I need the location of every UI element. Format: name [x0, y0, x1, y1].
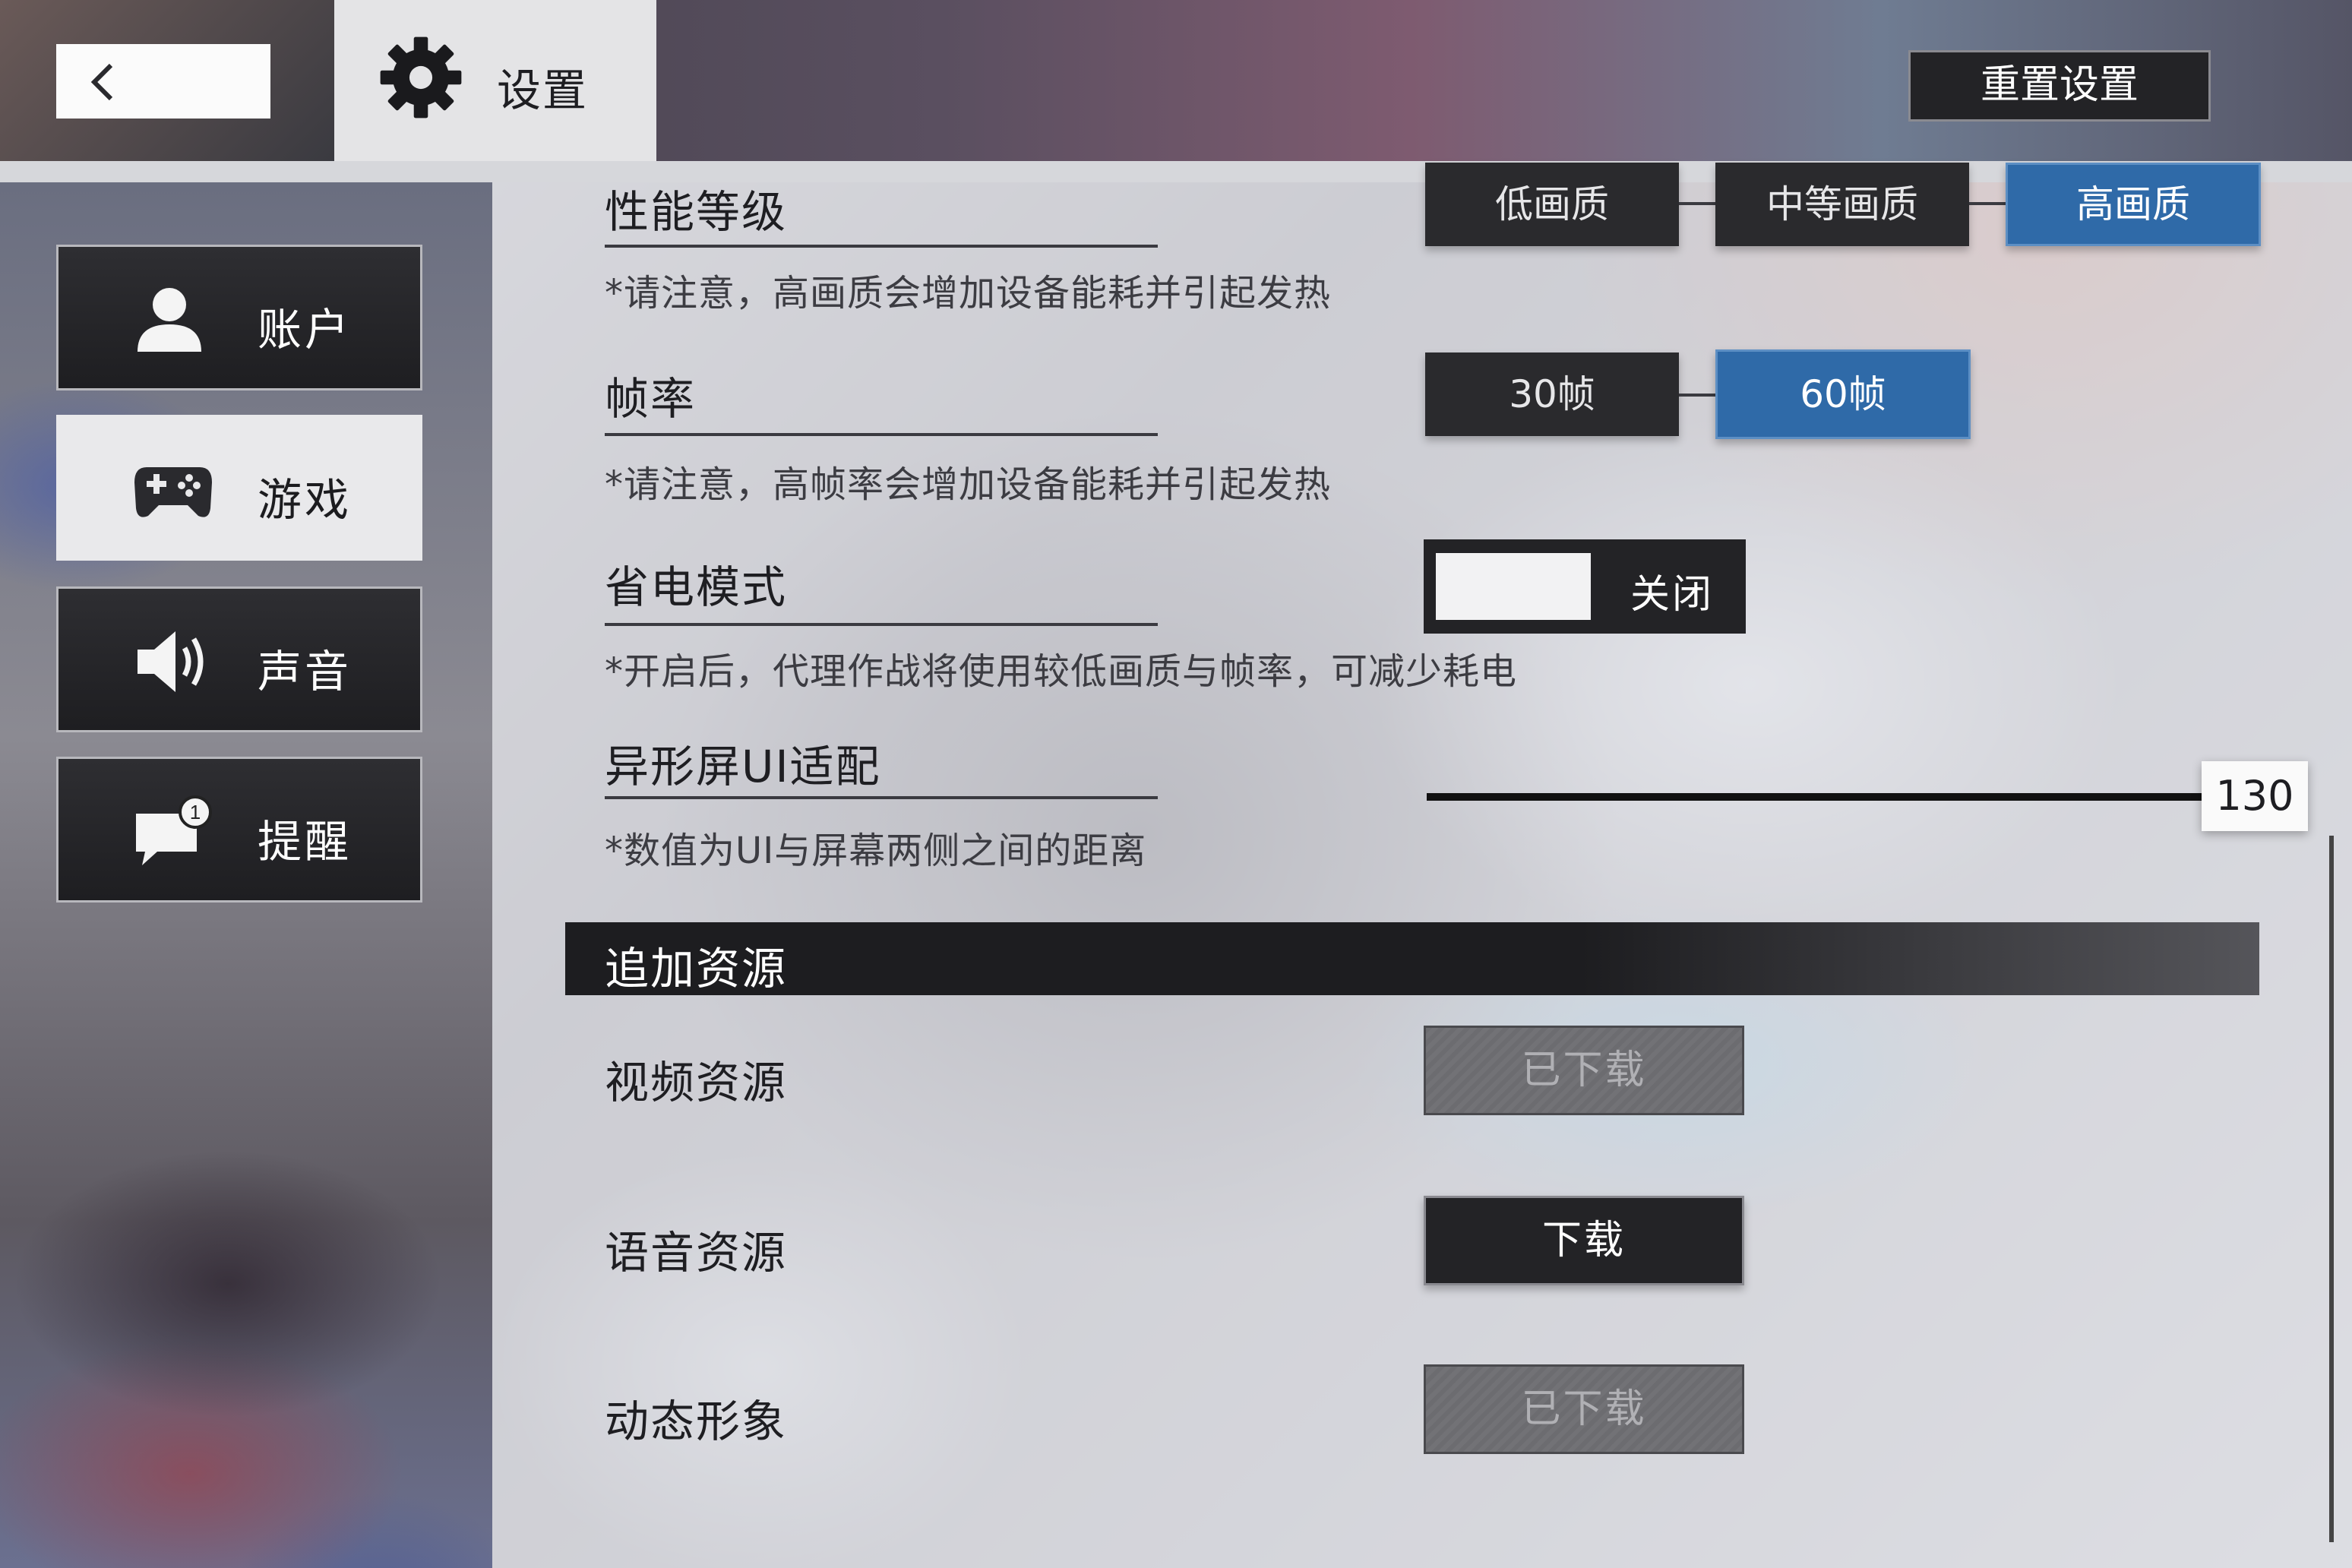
reset-settings-button[interactable]: 重置设置: [1908, 50, 2211, 122]
performance-title: 性能等级: [605, 186, 788, 238]
quality-medium-button[interactable]: 中等画质: [1715, 163, 1969, 246]
power-saving-toggle[interactable]: 关闭: [1424, 539, 1746, 634]
quality-low-button[interactable]: 低画质: [1425, 163, 1679, 246]
sidebar-item-label: 声音: [258, 646, 352, 697]
framerate-title: 帧率: [605, 373, 697, 425]
user-icon: [138, 288, 201, 352]
content-panel: [492, 182, 2352, 1568]
sidebar-item-label: 游戏: [258, 474, 352, 526]
section-title: 追加资源: [605, 943, 788, 994]
back-button[interactable]: [56, 44, 270, 119]
power-saving-note: *开启后，代理作战将使用较低画质与帧率，可减少耗电: [605, 650, 1518, 693]
framerate-note: *请注意，高帧率会增加设备能耗并引起发热: [605, 463, 1332, 506]
svg-text:1: 1: [190, 801, 201, 824]
power-saving-title: 省电模式: [605, 561, 788, 613]
framerate-30-button[interactable]: 30帧: [1425, 352, 1679, 436]
live2d-resource-button: 已下载: [1424, 1364, 1744, 1454]
scrollbar[interactable]: [2329, 836, 2334, 1542]
notch-ui-slider[interactable]: [1427, 793, 2202, 801]
toggle-state-label: 关闭: [1630, 572, 1715, 618]
framerate-60-button[interactable]: 60帧: [1715, 349, 1971, 439]
performance-divider: [605, 245, 1158, 248]
option-connector: [1679, 202, 1715, 205]
notch-ui-note: *数值为UI与屏幕两侧之间的距离: [605, 830, 1147, 872]
sidebar-item-label: 提醒: [258, 816, 352, 868]
gear-icon: [380, 36, 462, 119]
back-area: [0, 0, 334, 161]
sidebar-item-notifications[interactable]: 1 提醒: [56, 757, 422, 903]
message-notification-icon: 1: [136, 795, 212, 865]
resource-label-video: 视频资源: [605, 1057, 788, 1108]
sidebar-item-game[interactable]: 游戏: [56, 415, 422, 561]
power-saving-divider: [605, 623, 1158, 626]
resource-label-live2d: 动态形象: [605, 1396, 788, 1447]
performance-note: *请注意，高画质会增加设备能耗并引起发热: [605, 272, 1332, 315]
toggle-knob: [1436, 553, 1591, 620]
voice-download-button[interactable]: 下载: [1424, 1196, 1744, 1285]
speaker-icon: [138, 631, 204, 692]
slider-value-handle[interactable]: 130: [2202, 761, 2308, 831]
framerate-divider: [605, 433, 1158, 436]
gamepad-icon: [134, 467, 212, 517]
sidebar-item-label: 账户: [258, 304, 352, 356]
header-divider: [0, 161, 2352, 182]
sidebar-item-account[interactable]: 账户: [56, 245, 422, 390]
title-tab: 设置: [334, 0, 656, 161]
section-banner: 追加资源: [565, 922, 2259, 995]
chevron-left-icon: [90, 63, 113, 101]
resource-label-voice: 语音资源: [605, 1227, 788, 1279]
option-connector: [1679, 394, 1715, 397]
quality-high-button[interactable]: 高画质: [2006, 163, 2261, 246]
notch-ui-divider: [605, 796, 1158, 799]
notch-ui-title: 异形屏UI适配: [605, 741, 881, 792]
sidebar-item-sound[interactable]: 声音: [56, 586, 422, 732]
video-resource-button: 已下载: [1424, 1026, 1744, 1115]
option-connector: [1969, 202, 2006, 205]
page-title: 设置: [497, 65, 589, 116]
